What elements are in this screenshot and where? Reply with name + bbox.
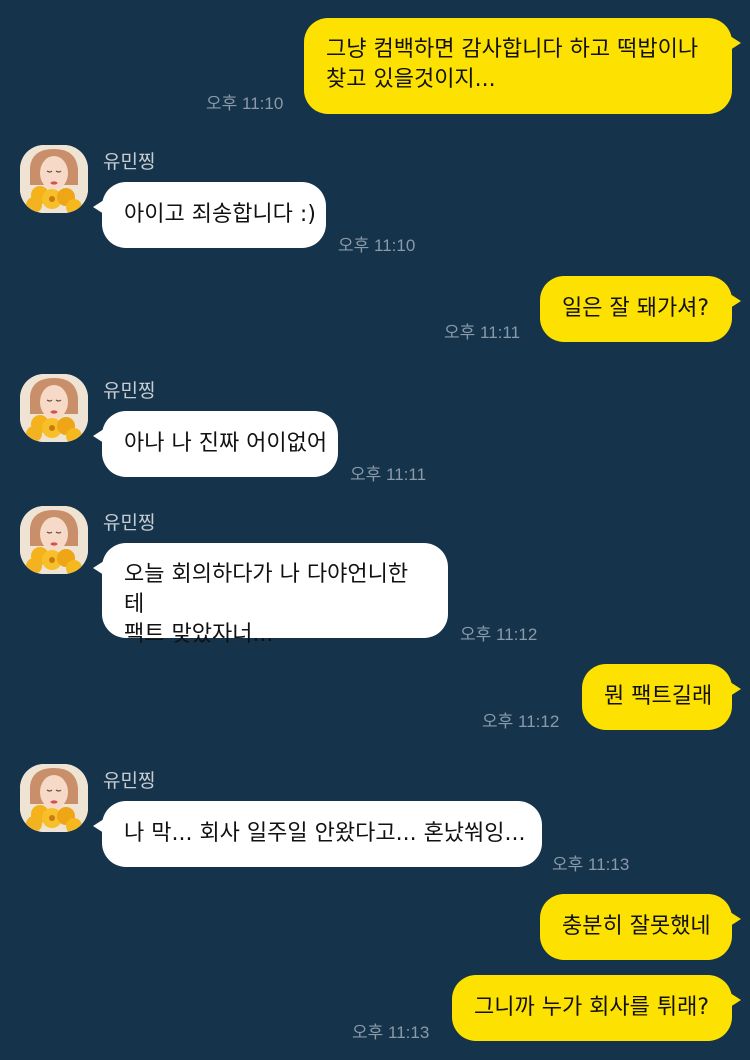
- sender-name: 유민찡: [103, 380, 156, 402]
- my-message-bubble[interactable]: 일은 잘 돼가셔?: [540, 276, 741, 342]
- message-text: 그냥 컴백하면 감사합니다 하고 떡밥이나 찾고 있을것이지...: [326, 37, 699, 92]
- message-text: 뭔 팩트길래: [604, 684, 713, 709]
- message-time: 오후 11:12: [482, 712, 560, 731]
- my-message-bubble[interactable]: 충분히 잘못했네: [540, 894, 741, 960]
- sender-name: 유민찡: [103, 770, 156, 792]
- message-time: 오후 11:12: [460, 625, 538, 644]
- their-message-bubble[interactable]: 나 막... 회사 일주일 안왔다고... 혼났쒀잉...: [93, 801, 542, 867]
- my-message-bubble[interactable]: 그니까 누가 회사를 튀래?: [452, 975, 741, 1041]
- message-text: 아나 나 진짜 어이없어: [124, 431, 328, 456]
- profile-photo-icon[interactable]: [20, 506, 88, 574]
- my-message-bubble[interactable]: 뭔 팩트길래: [582, 664, 741, 730]
- message-time: 오후 11:13: [352, 1023, 430, 1042]
- profile-photo-icon[interactable]: [20, 764, 88, 832]
- sender-name: 유민찡: [103, 151, 156, 173]
- message-time: 오후 11:11: [444, 323, 521, 342]
- message-time: 오후 11:10: [206, 94, 284, 113]
- message-time: 오후 11:10: [338, 236, 416, 255]
- their-message-bubble[interactable]: 아나 나 진짜 어이없어: [93, 411, 338, 477]
- sender-name: 유민찡: [103, 512, 156, 534]
- message-time: 오후 11:13: [552, 855, 630, 874]
- message-text: 나 막... 회사 일주일 안왔다고... 혼났쒀잉...: [124, 821, 526, 846]
- their-message-bubble[interactable]: 오늘 회의하다가 나 다야언니한테 팩트 맞았자너...: [93, 543, 448, 647]
- profile-photo-icon[interactable]: [20, 145, 88, 213]
- message-text: 일은 잘 돼가셔?: [562, 296, 710, 321]
- message-text: 아이고 죄송합니다 :): [124, 202, 316, 227]
- message-text: 충분히 잘못했네: [562, 914, 711, 939]
- their-message-bubble[interactable]: 아이고 죄송합니다 :): [93, 182, 326, 248]
- chat-room: 그냥 컴백하면 감사합니다 하고 떡밥이나 찾고 있을것이지... 오후 11:…: [0, 0, 750, 1060]
- message-text: 그니까 누가 회사를 튀래?: [474, 995, 710, 1020]
- message-text: 오늘 회의하다가 나 다야언니한테 팩트 맞았자너...: [124, 562, 409, 647]
- profile-photo-icon[interactable]: [20, 374, 88, 442]
- my-message-bubble[interactable]: 그냥 컴백하면 감사합니다 하고 떡밥이나 찾고 있을것이지...: [304, 18, 741, 114]
- message-time: 오후 11:11: [350, 465, 427, 484]
